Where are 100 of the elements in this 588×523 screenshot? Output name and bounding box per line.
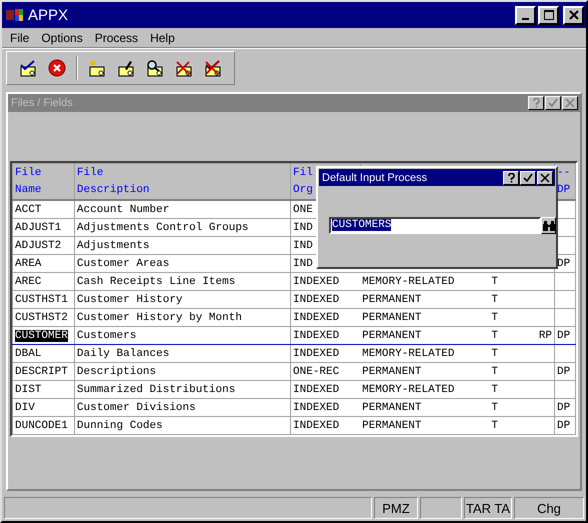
table-cell: ADJUST1	[15, 222, 62, 234]
window-title: APPX	[28, 6, 70, 24]
table-cell: PERMANENT	[362, 366, 422, 378]
table-cell: T	[491, 420, 498, 432]
maximize-icon	[544, 10, 554, 20]
table-cell: DP	[557, 420, 570, 432]
table-cell: DIV	[15, 402, 35, 414]
minimize-icon	[522, 18, 529, 20]
table-cell: Customer Divisions	[76, 402, 196, 414]
menu-item[interactable]: Help	[144, 30, 181, 44]
table-cell: CUSTHST1	[15, 294, 68, 306]
table-cell: CUSTHST2	[15, 312, 68, 324]
table-row[interactable]: DUNCODE1 Dunning Codes INDEXED PERMANENT T DP	[12, 416, 576, 434]
close-button[interactable]	[562, 96, 578, 110]
table-cell: Adjustments	[76, 240, 150, 252]
table-cell: IND	[293, 240, 313, 252]
table-cell: T	[491, 366, 498, 378]
table-row[interactable]: CUSTOMER Customers INDEXED PERMANENT T RP DP	[12, 326, 576, 344]
table-cell: Dunning Codes	[76, 420, 163, 432]
app-logo-icon	[6, 8, 24, 22]
table-cell: PERMANENT	[362, 420, 422, 432]
table-row[interactable]: DIST Summarized Distributions INDEXED MEMORY-RELATED T	[12, 380, 576, 398]
help-icon	[532, 98, 540, 108]
table-cell: DBAL	[15, 348, 42, 360]
table-cell: PERMANENT	[362, 312, 422, 324]
table-cell: PERMANENT	[362, 402, 422, 414]
minimize-button[interactable]	[515, 6, 536, 24]
table-cell: DESCRIPT	[15, 366, 68, 378]
table-cell: PERMANENT	[362, 294, 422, 306]
check-icon	[548, 98, 558, 108]
table-cell: PERMANENT	[362, 330, 422, 342]
maximize-button[interactable]	[538, 6, 559, 24]
table-cell: DIST	[15, 384, 42, 396]
table-cell: DUNCODE1	[15, 420, 68, 432]
table-cell: AREC	[15, 276, 42, 288]
table-cell: ONE-REC	[293, 366, 340, 378]
table-cell: IND	[293, 258, 313, 270]
table-cell: ADJUST2	[15, 240, 62, 252]
ok-button[interactable]	[520, 170, 536, 184]
table-cell: Adjustments Control Groups	[76, 222, 249, 234]
table-cell: INDEXED	[293, 402, 340, 414]
table-row[interactable]: CUSTHST2 Customer History by Month INDEXED PERMANENT T	[12, 308, 576, 326]
help-button[interactable]	[503, 170, 519, 184]
table-cell: MEMORY-RELATED	[362, 348, 455, 360]
table-cell: Daily Balances	[76, 348, 170, 360]
table-cell: INDEXED	[293, 276, 340, 288]
child-window-title: Files / Fields	[11, 97, 74, 109]
menu-item[interactable]: Options	[35, 30, 89, 44]
table-cell: DP	[557, 330, 570, 342]
ok-button[interactable]	[545, 96, 561, 110]
table-cell: IND	[293, 222, 313, 234]
menu-item[interactable]: Process	[88, 30, 144, 44]
table-row[interactable]: DESCRIPT Descriptions ONE-REC PERMANENT T DP	[12, 362, 576, 380]
table-cell: DP	[557, 366, 570, 378]
table-cell: T	[491, 384, 498, 396]
help-icon	[506, 172, 516, 182]
table-cell: RP	[538, 330, 552, 342]
table-cell: Customer Areas	[76, 258, 170, 270]
table-cell: Customers	[76, 330, 136, 342]
table-cell: T	[491, 348, 498, 360]
table-cell: ACCT	[15, 204, 42, 216]
help-button[interactable]	[528, 96, 544, 110]
table-cell: Customer History by Month	[76, 312, 242, 324]
table-cell: Summarized Distributions	[76, 384, 236, 396]
table-cell: INDEXED	[293, 312, 340, 324]
close-icon	[540, 172, 550, 182]
table-cell: INDEXED	[293, 384, 340, 396]
table-cell: INDEXED	[293, 420, 340, 432]
table-cell: ONE	[293, 204, 313, 216]
status-text: TAR TA	[464, 497, 512, 519]
table-cell: INDEXED	[293, 348, 340, 360]
table-cell: DP	[557, 402, 570, 414]
input-field[interactable]: CUSTOMERS	[329, 217, 541, 234]
column-header: File Name	[12, 164, 74, 200]
table-cell: T	[491, 276, 498, 288]
table-row[interactable]: AREC Cash Receipts Line Items INDEXED MEMORY-RELATED T	[12, 272, 576, 290]
table-cell: MEMORY-RELATED	[362, 276, 455, 288]
check-icon	[523, 172, 533, 182]
table-row[interactable]: DBAL Daily Balances INDEXED MEMORY-RELATED T	[12, 344, 576, 362]
close-button[interactable]	[537, 170, 553, 184]
close-icon	[568, 10, 578, 20]
table-row[interactable]: CUSTHST1 Customer History INDEXED PERMANENT T	[12, 290, 576, 308]
table-cell: MEMORY-RELATED	[362, 384, 455, 396]
table-cell: Account Number	[76, 204, 170, 216]
table-cell: Descriptions	[76, 366, 156, 378]
column-header: File Description	[74, 164, 291, 200]
table-cell: INDEXED	[293, 294, 340, 306]
menu-item[interactable]: File	[4, 30, 36, 44]
table-cell: T	[491, 312, 498, 324]
table-cell: INDEXED	[293, 330, 340, 342]
close-button[interactable]	[563, 6, 584, 24]
status-text: Chg	[514, 497, 584, 519]
table-cell: T	[491, 294, 498, 306]
binoculars-icon[interactable]	[541, 217, 556, 234]
status-text: PMZ	[374, 497, 418, 519]
table-row[interactable]: DIV Customer Divisions INDEXED PERMANENT T DP	[12, 398, 576, 416]
table-cell: CUSTOMER	[15, 330, 68, 342]
table-cell: AREA	[15, 258, 42, 270]
close-icon	[565, 98, 575, 108]
status-panel	[420, 497, 462, 519]
